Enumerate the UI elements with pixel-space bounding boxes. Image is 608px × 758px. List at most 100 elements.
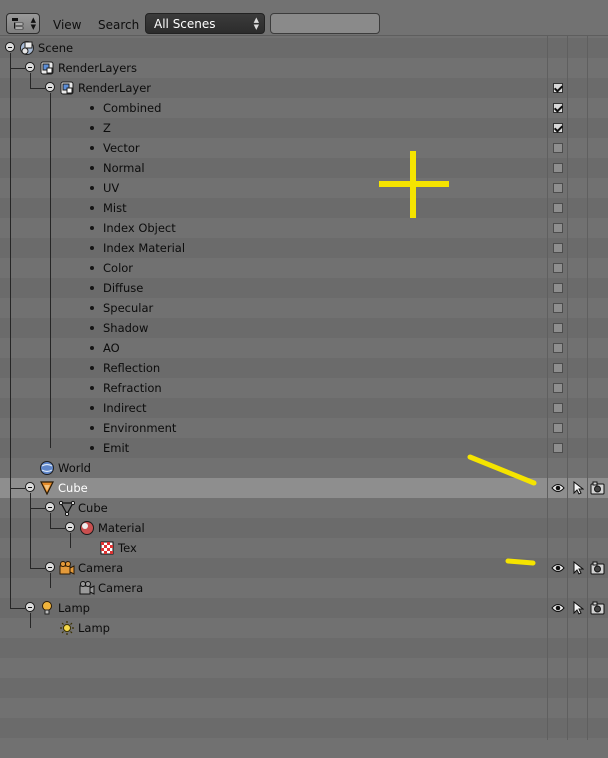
collapse-toggle-icon[interactable] <box>25 62 35 72</box>
bullet-icon <box>90 286 94 290</box>
tree-item-emit[interactable]: Emit <box>0 438 563 458</box>
pass-checkbox[interactable] <box>553 343 563 353</box>
tree-item-label: Specular <box>103 301 154 315</box>
bullet-icon <box>90 306 94 310</box>
menu-view[interactable]: View <box>53 18 81 32</box>
pass-checkbox[interactable] <box>553 443 563 453</box>
material-icon <box>80 521 94 535</box>
tree-item-label: Reflection <box>103 361 161 375</box>
pass-checkbox[interactable] <box>553 243 563 253</box>
tree-item-specular[interactable]: Specular <box>0 298 563 318</box>
tree-item-lamp[interactable]: Lamp <box>0 598 540 618</box>
tree-item-label: UV <box>103 181 120 195</box>
tree-item-color[interactable]: Color <box>0 258 563 278</box>
tree-item-cube[interactable]: Cube <box>0 478 540 498</box>
pass-checkbox[interactable] <box>553 163 563 173</box>
tree-item-label: World <box>58 461 91 475</box>
tree-item-label: Cube <box>78 501 108 515</box>
tree-item-label: RenderLayer <box>78 81 152 95</box>
collapse-toggle-icon[interactable] <box>65 522 75 532</box>
tree-item-index-object[interactable]: Index Object <box>0 218 563 238</box>
tree-item-renderlayer[interactable]: RenderLayer <box>0 78 563 98</box>
tree-item-label: Index Object <box>103 221 176 235</box>
tree-item-combined[interactable]: Combined <box>0 98 563 118</box>
tree-item-label: Indirect <box>103 401 147 415</box>
tree-item-cube[interactable]: Cube <box>0 498 540 518</box>
tree-item-camera[interactable]: Camera <box>0 558 540 578</box>
menu-search[interactable]: Search <box>98 18 139 32</box>
bullet-icon <box>90 446 94 450</box>
tree-item-diffuse[interactable]: Diffuse <box>0 278 563 298</box>
bullet-icon <box>90 186 94 190</box>
bullet-icon <box>90 386 94 390</box>
bullet-icon <box>90 206 94 210</box>
pass-checkbox[interactable] <box>553 203 563 213</box>
tree-item-z[interactable]: Z <box>0 118 563 138</box>
tree-item-mist[interactable]: Mist <box>0 198 563 218</box>
pass-checkbox[interactable] <box>553 83 563 93</box>
pass-checkbox[interactable] <box>553 383 563 393</box>
pass-checkbox[interactable] <box>553 223 563 233</box>
tree-item-label: Camera <box>78 561 124 575</box>
lamp-object-icon <box>42 601 52 615</box>
pass-checkbox[interactable] <box>553 303 563 313</box>
tree-item-refraction[interactable]: Refraction <box>0 378 563 398</box>
tree-item-label: AO <box>103 341 120 355</box>
pass-checkbox[interactable] <box>553 123 563 133</box>
tree-item-label: Z <box>103 121 111 135</box>
tree-item-indirect[interactable]: Indirect <box>0 398 563 418</box>
tree-item-material[interactable]: Material <box>0 518 540 538</box>
column-divider <box>547 36 548 740</box>
row-background <box>0 718 608 738</box>
column-divider <box>587 36 588 740</box>
editor-type-button[interactable]: ▲ ▼ <box>6 13 40 34</box>
pass-checkbox[interactable] <box>553 263 563 273</box>
tree-item-label: Emit <box>103 441 130 455</box>
bullet-icon <box>90 346 94 350</box>
column-divider <box>567 36 568 740</box>
pass-checkbox[interactable] <box>553 403 563 413</box>
pass-checkbox[interactable] <box>553 423 563 433</box>
pass-checkbox[interactable] <box>553 183 563 193</box>
pass-checkbox[interactable] <box>553 103 563 113</box>
bullet-icon <box>90 366 94 370</box>
collapse-toggle-icon[interactable] <box>25 602 35 612</box>
tree-item-reflection[interactable]: Reflection <box>0 358 563 378</box>
tree-item-environment[interactable]: Environment <box>0 418 563 438</box>
row-background <box>0 738 608 758</box>
collapse-toggle-icon[interactable] <box>25 482 35 492</box>
tree-item-label: Mist <box>103 201 127 215</box>
bullet-icon <box>90 266 94 270</box>
tree-item-vector[interactable]: Vector <box>0 138 563 158</box>
pass-checkbox[interactable] <box>553 143 563 153</box>
renderlayers-icon <box>40 61 54 75</box>
object-icon <box>40 481 54 496</box>
tree-item-shadow[interactable]: Shadow <box>0 318 563 338</box>
tree-item-world[interactable]: World <box>0 458 540 478</box>
search-input[interactable] <box>270 13 380 34</box>
collapse-toggle-icon[interactable] <box>45 562 55 572</box>
tree-item-scene[interactable]: Scene <box>0 38 540 58</box>
tree-item-camera[interactable]: Camera <box>0 578 540 598</box>
collapse-toggle-icon[interactable] <box>5 42 15 52</box>
tree-item-ao[interactable]: AO <box>0 338 563 358</box>
bullet-icon <box>90 406 94 410</box>
display-mode-dropdown[interactable]: All Scenes ▲ ▼ <box>145 13 265 34</box>
world-icon <box>40 461 54 475</box>
tree-item-renderlayers[interactable]: RenderLayers <box>0 58 540 78</box>
tree-item-lamp[interactable]: Lamp <box>0 618 540 638</box>
tree-item-uv[interactable]: UV <box>0 178 563 198</box>
tree-item-label: Diffuse <box>103 281 144 295</box>
collapse-toggle-icon[interactable] <box>45 502 55 512</box>
pass-checkbox[interactable] <box>553 363 563 373</box>
tree-item-index-material[interactable]: Index Material <box>0 238 563 258</box>
pass-checkbox[interactable] <box>553 283 563 293</box>
row-background <box>0 678 608 698</box>
display-mode-value: All Scenes <box>154 17 216 31</box>
pass-checkbox[interactable] <box>553 323 563 333</box>
tree-item-normal[interactable]: Normal <box>0 158 563 178</box>
collapse-toggle-icon[interactable] <box>45 82 55 92</box>
chevron-updown-icon: ▲ ▼ <box>30 16 36 31</box>
tree-item-tex[interactable]: Tex <box>0 538 540 558</box>
tree-item-label: Index Material <box>103 241 186 255</box>
